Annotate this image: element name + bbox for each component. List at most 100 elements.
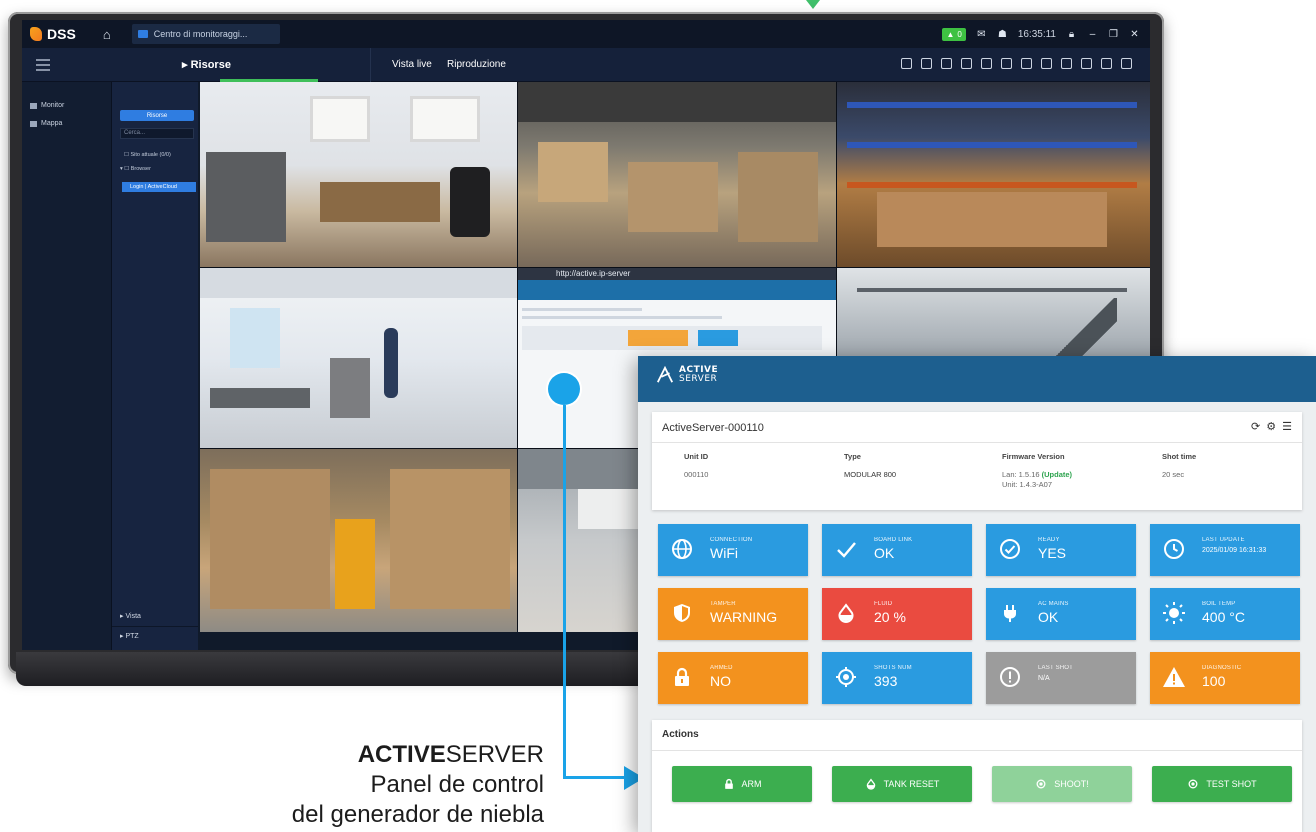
tree-section-view[interactable]: ▸ Vista (120, 612, 141, 620)
tank-reset-button[interactable]: TANK RESET (832, 766, 972, 802)
tile-label: BOIL TEMP (1202, 601, 1236, 607)
tree-search-input[interactable]: Cerca... (120, 128, 194, 139)
gear-icon[interactable]: ⚙ (1266, 422, 1276, 433)
tree-node-site[interactable]: ☐ Sito attuale (0/0) (124, 152, 171, 158)
panel-header: ACTIVE SERVER (638, 356, 1316, 402)
save-icon[interactable] (961, 58, 972, 69)
minimize-icon[interactable]: – (1087, 29, 1098, 40)
message-icon[interactable]: ✉ (976, 29, 987, 40)
user-icon[interactable]: ☗ (997, 29, 1008, 40)
caption-brand-light: SERVER (445, 741, 544, 768)
snapshot-icon[interactable] (1081, 58, 1092, 69)
tile-label: LAST SHOT (1038, 665, 1074, 671)
card-divider (652, 442, 1302, 443)
refresh-icon[interactable]: ⟳ (1251, 422, 1260, 433)
layout-4x4-icon[interactable] (1061, 58, 1072, 69)
lock-icon (724, 778, 733, 789)
actions-card: Actions ARM TANK RESET SHOOT! TEST SHOT (652, 720, 1302, 832)
layout-grid-icon[interactable] (1021, 58, 1032, 69)
tab-live-view[interactable]: Vista live (392, 59, 432, 70)
rail-item-monitor[interactable]: Monitor (30, 102, 64, 109)
alarm-view-icon[interactable] (901, 58, 912, 69)
list-icon[interactable]: ☰ (1282, 422, 1292, 433)
tab-monitoring-center[interactable]: Centro di monitoraggi... (131, 24, 280, 44)
tile-label: AC MAINS (1038, 601, 1069, 607)
tree-node-selected[interactable]: Login | ActiveCloud (122, 182, 196, 192)
shield-icon (670, 601, 694, 625)
layout-3x3-icon[interactable] (1041, 58, 1052, 69)
actions-title: Actions (662, 729, 699, 740)
camera-tile-racks[interactable] (837, 82, 1150, 267)
dss-logo: DSS (30, 26, 76, 42)
restore-icon[interactable]: ❐ (1108, 29, 1119, 40)
shoot-button[interactable]: SHOOT! (992, 766, 1132, 802)
resources-toggle[interactable]: ▸ Risorse (182, 58, 231, 71)
clock-icon (1162, 537, 1186, 561)
tree-section-ptz[interactable]: ▸ PTZ (120, 632, 139, 640)
person-icon[interactable] (941, 58, 952, 69)
map-icon (30, 120, 37, 127)
fullscreen-icon[interactable] (1101, 58, 1112, 69)
tile-value: 20 % (874, 609, 906, 625)
home-icon[interactable]: ⌂ (100, 27, 114, 42)
trash-icon[interactable] (1121, 58, 1132, 69)
arm-button[interactable]: ARM (672, 766, 812, 802)
clock-text: 16:35:11 (1017, 28, 1056, 40)
dss-toolbar: ▸ Risorse Vista live Riproduzione (22, 48, 1150, 82)
plug-icon (998, 601, 1022, 625)
callout-dot (548, 373, 580, 405)
copy-icon[interactable] (981, 58, 992, 69)
dss-titlebar: DSS ⌂ Centro di monitoraggi... ▲ 0 ✉ ☗ 1… (22, 20, 1150, 48)
hamburger-menu-icon[interactable] (36, 58, 50, 71)
tile-ready: READY YES (986, 524, 1136, 576)
monitor-icon (30, 102, 37, 109)
tree-node-label: Browser (130, 166, 151, 172)
tree-node-browser[interactable]: ▾ ☐ Browser (120, 166, 151, 172)
image-icon[interactable] (1001, 58, 1012, 69)
shot-time-label: Shot time (1162, 452, 1197, 461)
firmware-update-link[interactable]: (Update) (1042, 470, 1072, 479)
tile-tamper: TAMPER WARNING (658, 588, 808, 640)
rail-item-map[interactable]: Mappa (30, 120, 62, 127)
tree-tab-resources[interactable]: Risorse (120, 110, 194, 121)
tile-last-update: LAST UPDATE 2025/01/09 16:31:33 (1150, 524, 1300, 576)
tile-value: OK (874, 545, 895, 561)
tile-value: 100 (1202, 673, 1226, 689)
tile-value: NO (710, 673, 731, 689)
activeserver-panel: ACTIVE SERVER ActiveServer-000110 ⟳ ⚙ ☰ … (638, 356, 1316, 832)
caption-line-3: del generador de niebla (291, 801, 544, 828)
camera-tile-warehouse[interactable] (518, 82, 836, 267)
lock-icon[interactable]: 🔒︎ (1066, 29, 1077, 40)
tile-connection: CONNECTION WiFi (658, 524, 808, 576)
tile-boil-temp: BOIL TEMP 400 °C (1150, 588, 1300, 640)
alarm-count: 0 (957, 29, 962, 39)
button-label: SHOOT! (1054, 779, 1089, 789)
alert-circle-icon (998, 665, 1022, 689)
tile-value: 393 (874, 673, 898, 689)
tile-value: 400 °C (1202, 609, 1245, 625)
alarm-badge[interactable]: ▲ 0 (942, 27, 966, 41)
button-label: TEST SHOT (1206, 779, 1257, 789)
tile-label: LAST UPDATE (1202, 537, 1245, 543)
comment-icon[interactable] (921, 58, 932, 69)
drop-icon (866, 778, 875, 790)
camera-tile-forklift[interactable] (200, 449, 517, 632)
pointer-arrow-icon (806, 0, 820, 9)
camera-tile-office[interactable] (200, 82, 517, 267)
test-shot-button[interactable]: TEST SHOT (1152, 766, 1292, 802)
camera-tile-office-2[interactable] (200, 268, 517, 448)
tile-shots-num: SHOTS NUM 393 (822, 652, 972, 704)
caption: ACTIVESERVER Panel de control del genera… (292, 740, 544, 830)
actions-divider (652, 750, 1302, 751)
tree-divider (112, 626, 198, 627)
tile-value: N/A (1038, 675, 1050, 682)
drop-icon (834, 601, 858, 625)
close-icon[interactable]: ✕ (1129, 29, 1140, 40)
check-circle-icon (998, 537, 1022, 561)
button-label: ARM (741, 779, 762, 789)
callout-line (563, 405, 566, 778)
tab-playback[interactable]: Riproduzione (447, 59, 506, 70)
dss-logo-icon (30, 27, 42, 41)
tab-title: Centro di monitoraggi... (153, 29, 248, 39)
tile-value: WiFi (710, 545, 738, 561)
